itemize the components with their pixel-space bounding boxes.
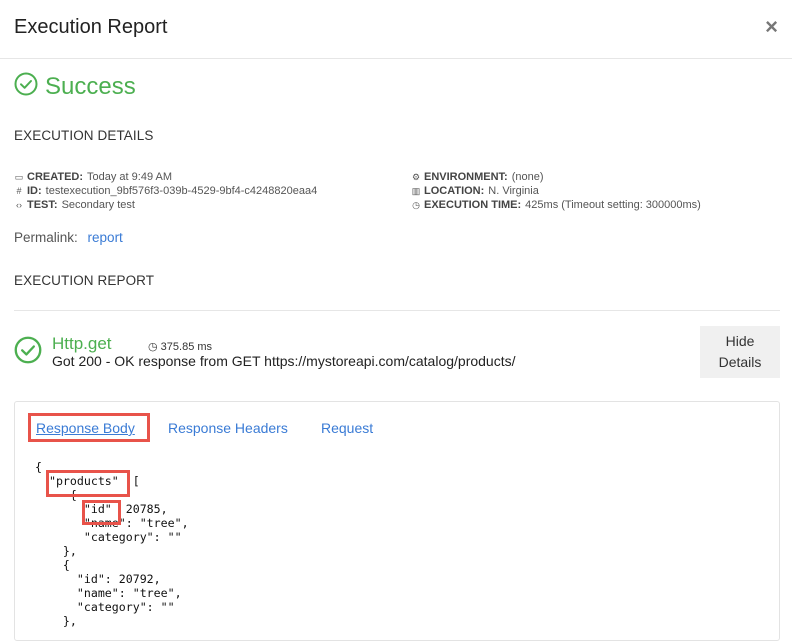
location-label: LOCATION: [424, 185, 485, 197]
created-row: ▭ CREATED: Today at 9:49 AM [14, 170, 317, 184]
step-message: Got 200 - OK response from GET https://m… [52, 353, 516, 369]
tab-request[interactable]: Request [321, 420, 373, 436]
permalink-label: Permalink: [14, 230, 78, 245]
location-value: N. Virginia [488, 185, 539, 197]
details-panel: Response Body Response Headers Request {… [14, 401, 780, 641]
exectime-label: EXECUTION TIME: [424, 199, 522, 211]
calendar-icon: ▭ [14, 172, 24, 182]
check-circle-icon [14, 336, 42, 368]
dialog-header: Execution Report × [0, 0, 792, 59]
step-row: Http.get ◷ 375.85 ms Got 200 - OK respon… [14, 334, 516, 369]
code-icon: ‹› [16, 200, 22, 210]
environment-value: (none) [511, 171, 544, 183]
hash-icon: # [16, 186, 22, 196]
gear-icon: ⚙ [411, 172, 421, 182]
details-right-column: ⚙ ENVIRONMENT: (none) ▥ LOCATION: N. Vir… [411, 170, 701, 212]
details-left-column: ▭ CREATED: Today at 9:49 AM # ID: testex… [14, 170, 318, 212]
location-row: ▥ LOCATION: N. Virginia [411, 184, 701, 198]
exectime-value: 425ms (Timeout setting: 300000ms) [525, 199, 701, 211]
status-banner: Success [14, 72, 136, 101]
tab-response-headers[interactable]: Response Headers [168, 420, 288, 436]
status-text: Success [45, 72, 136, 100]
step-duration-value: 375.85 ms [160, 341, 213, 353]
permalink-row: Permalink: report [14, 230, 123, 245]
step-name: Http.get [52, 334, 112, 353]
execution-details-heading: EXECUTION DETAILS [14, 128, 154, 143]
hide-details-line2: Details [718, 354, 762, 370]
response-body-code: { "products" [ { "id" 20785, "name": "tr… [35, 460, 189, 628]
id-label: ID: [27, 185, 42, 197]
id-value: testexecution_9bf576f3-039b-4529-9bf4-c4… [45, 185, 318, 197]
exectime-row: ◷ EXECUTION TIME: 425ms (Timeout setting… [411, 198, 701, 212]
environment-row: ⚙ ENVIRONMENT: (none) [411, 170, 701, 184]
stopwatch-icon: ◷ [148, 341, 158, 353]
permalink-link[interactable]: report [88, 230, 123, 245]
tab-response-body[interactable]: Response Body [36, 420, 135, 436]
id-row: # ID: testexecution_9bf576f3-039b-4529-9… [14, 184, 317, 198]
close-icon[interactable]: × [765, 14, 778, 40]
hide-details-button[interactable]: Hide Details [700, 326, 780, 378]
created-label: CREATED: [27, 171, 84, 183]
check-circle-icon [14, 72, 38, 101]
test-row: ‹› TEST: Secondary test [14, 198, 317, 212]
hide-details-line1: Hide [725, 333, 755, 349]
dialog-title: Execution Report [14, 16, 168, 38]
execution-report-heading: EXECUTION REPORT [14, 273, 155, 288]
created-value: Today at 9:49 AM [87, 171, 173, 183]
test-value: Secondary test [61, 199, 135, 211]
environment-label: ENVIRONMENT: [424, 171, 508, 183]
step-duration: ◷ 375.85 ms [148, 340, 212, 353]
test-label: TEST: [27, 199, 58, 211]
map-icon: ▥ [411, 186, 421, 196]
stopwatch-icon: ◷ [412, 200, 420, 210]
section-divider [14, 310, 780, 311]
